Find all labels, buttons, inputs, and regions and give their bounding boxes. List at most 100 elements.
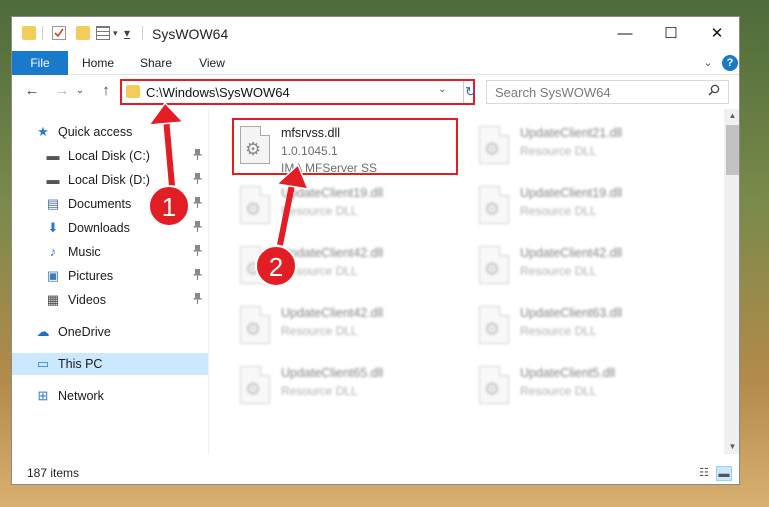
forward-button[interactable]: →	[52, 81, 72, 101]
address-path[interactable]: C:\Windows\SysWOW64	[146, 85, 290, 100]
tab-view[interactable]: View	[192, 51, 232, 75]
sidebar-item-label: Network	[58, 389, 104, 403]
back-button[interactable]: ←	[22, 81, 42, 101]
properties-icon[interactable]	[52, 26, 66, 40]
sidebar-item-label: Local Disk (C:)	[68, 149, 150, 163]
ribbon-expand-icon[interactable]: ⌄	[700, 55, 716, 71]
computer-icon: ▭	[36, 356, 50, 371]
scroll-thumb[interactable]	[726, 125, 739, 175]
file-item[interactable]: ⚙ UpdateClient5.dll Resource DLL	[471, 358, 697, 416]
file-item[interactable]: ⚙ UpdateClient42.dll Resource DLL	[232, 238, 458, 296]
close-button[interactable]: ✕	[694, 17, 739, 51]
dll-file-icon: ⚙	[479, 246, 509, 284]
file-item[interactable]: ⚙ UpdateClient42.dll Resource DLL	[471, 238, 697, 296]
sidebar-item-label: Local Disk (D:)	[68, 173, 150, 187]
file-detail: Resource DLL	[281, 264, 358, 278]
recent-locations-button[interactable]: ⌄	[74, 81, 86, 101]
file-item[interactable]: ⚙ UpdateClient42.dll Resource DLL	[232, 298, 458, 356]
search-icon[interactable]	[708, 84, 720, 99]
file-item[interactable]: ⚙ UpdateClient65.dll Resource DLL	[232, 358, 458, 416]
title-separator	[142, 26, 143, 40]
address-dropdown-icon[interactable]: ⌄	[438, 84, 446, 95]
file-item[interactable]: ⚙ UpdateClient21.dll Resource DLL	[471, 118, 697, 176]
item-count: 187 items	[27, 466, 80, 480]
file-detail: Resource DLL	[520, 144, 597, 158]
maximize-button[interactable]: ☐	[648, 17, 694, 51]
music-note-icon: ♪	[49, 244, 57, 259]
sidebar-item-network[interactable]: ⊞ Network	[12, 385, 208, 407]
sidebar-item-label: OneDrive	[58, 325, 111, 339]
tab-share[interactable]: Share	[134, 51, 178, 75]
file-name: UpdateClient21.dll	[520, 126, 623, 140]
sidebar-item-local-disk-d[interactable]: ▬ Local Disk (D:)	[12, 169, 208, 191]
sidebar-item-this-pc[interactable]: ▭ This PC	[12, 353, 208, 375]
file-name: UpdateClient42.dll	[281, 306, 384, 320]
cloud-icon: ☁	[36, 324, 50, 339]
help-icon[interactable]: ?	[722, 55, 738, 71]
file-name: UpdateClient5.dll	[520, 366, 616, 380]
sidebar-item-downloads[interactable]: ⬇ Downloads	[12, 217, 208, 239]
title-bar: ▾ ▾ SysWOW64 — ☐ ✕	[12, 17, 739, 51]
sidebar-item-pictures[interactable]: ▣ Pictures	[12, 265, 208, 287]
sidebar-item-documents[interactable]: ▤ Documents	[12, 193, 208, 215]
pin-icon[interactable]	[193, 171, 202, 193]
folder-icon	[126, 85, 140, 98]
pin-icon[interactable]	[193, 195, 202, 217]
up-button[interactable]: ↑	[96, 81, 116, 101]
film-icon: ▦	[46, 292, 60, 307]
sidebar-item-label: Downloads	[68, 221, 130, 235]
star-icon: ★	[37, 124, 49, 139]
file-name: UpdateClient42.dll	[520, 246, 623, 260]
pin-icon[interactable]	[193, 219, 202, 241]
scroll-up-icon[interactable]: ▲	[724, 109, 739, 123]
sidebar-item-onedrive[interactable]: ☁ OneDrive	[12, 321, 208, 343]
file-name: UpdateClient63.dll	[520, 306, 623, 320]
file-item[interactable]: ⚙ UpdateClient63.dll Resource DLL	[471, 298, 697, 356]
gear-icon: ⚙	[245, 379, 262, 399]
file-detail: Resource DLL	[520, 264, 597, 278]
dll-file-icon: ⚙	[479, 306, 509, 344]
customize-toolbar-icon[interactable]: ▾	[124, 26, 138, 40]
sidebar-item-music[interactable]: ♪ Music	[12, 241, 208, 263]
file-item[interactable]: ⚙ UpdateClient19.dll Resource DLL	[471, 178, 697, 236]
pin-icon[interactable]	[193, 267, 202, 289]
gear-icon: ⚙	[484, 319, 501, 339]
sidebar-item-label: Music	[68, 245, 101, 259]
sidebar-item-label: This PC	[58, 357, 103, 371]
tab-file[interactable]: File	[12, 51, 68, 75]
view-options-icon[interactable]	[96, 26, 110, 40]
pictures-icon: ▣	[46, 268, 60, 283]
network-icon: ⊞	[37, 388, 49, 403]
large-icons-view-icon[interactable]: ▬	[716, 466, 732, 481]
pin-icon[interactable]	[193, 147, 202, 169]
drive-icon: ▬	[46, 148, 60, 163]
details-view-icon[interactable]: ☷	[696, 466, 712, 481]
sidebar-item-label: Documents	[68, 197, 132, 211]
dll-file-icon: ⚙	[240, 306, 270, 344]
sidebar-item-videos[interactable]: ▦ Videos	[12, 289, 208, 311]
file-name: UpdateClient19.dll	[520, 186, 623, 200]
minimize-button[interactable]: —	[602, 17, 648, 51]
drive-icon: ▬	[46, 172, 60, 187]
explorer-window: ▾ ▾ SysWOW64 — ☐ ✕ File Home Share View …	[11, 16, 740, 485]
pin-icon[interactable]	[193, 291, 202, 313]
gear-icon: ⚙	[245, 259, 262, 279]
address-bar[interactable]: C:\Windows\SysWOW64 ⌄ ↻	[120, 79, 477, 105]
search-input[interactable]	[487, 81, 697, 103]
sidebar-item-quick-access[interactable]: ★ Quick access	[12, 121, 208, 143]
tab-home[interactable]: Home	[76, 51, 120, 75]
gear-icon: ⚙	[245, 319, 262, 339]
vertical-scrollbar[interactable]: ▲ ▼	[724, 109, 739, 454]
highlight-box	[232, 118, 458, 175]
file-item[interactable]: ⚙ UpdateClient19.dll Resource DLL	[232, 178, 458, 236]
pin-icon[interactable]	[193, 243, 202, 265]
new-folder-icon[interactable]	[76, 26, 90, 40]
scroll-down-icon[interactable]: ▼	[724, 440, 739, 454]
refresh-button[interactable]: ↻	[463, 81, 477, 103]
ribbon: File Home Share View ⌄ ?	[12, 51, 739, 75]
window-title: SysWOW64	[152, 26, 229, 42]
status-bar: 187 items ☷ ▬	[12, 462, 739, 484]
navigation-pane: ★ Quick access ▬ Local Disk (C:) ▬ Local Disk…	[12, 109, 208, 454]
sidebar-item-local-disk-c[interactable]: ▬ Local Disk (C:)	[12, 145, 208, 167]
gear-icon: ⚙	[484, 199, 501, 219]
